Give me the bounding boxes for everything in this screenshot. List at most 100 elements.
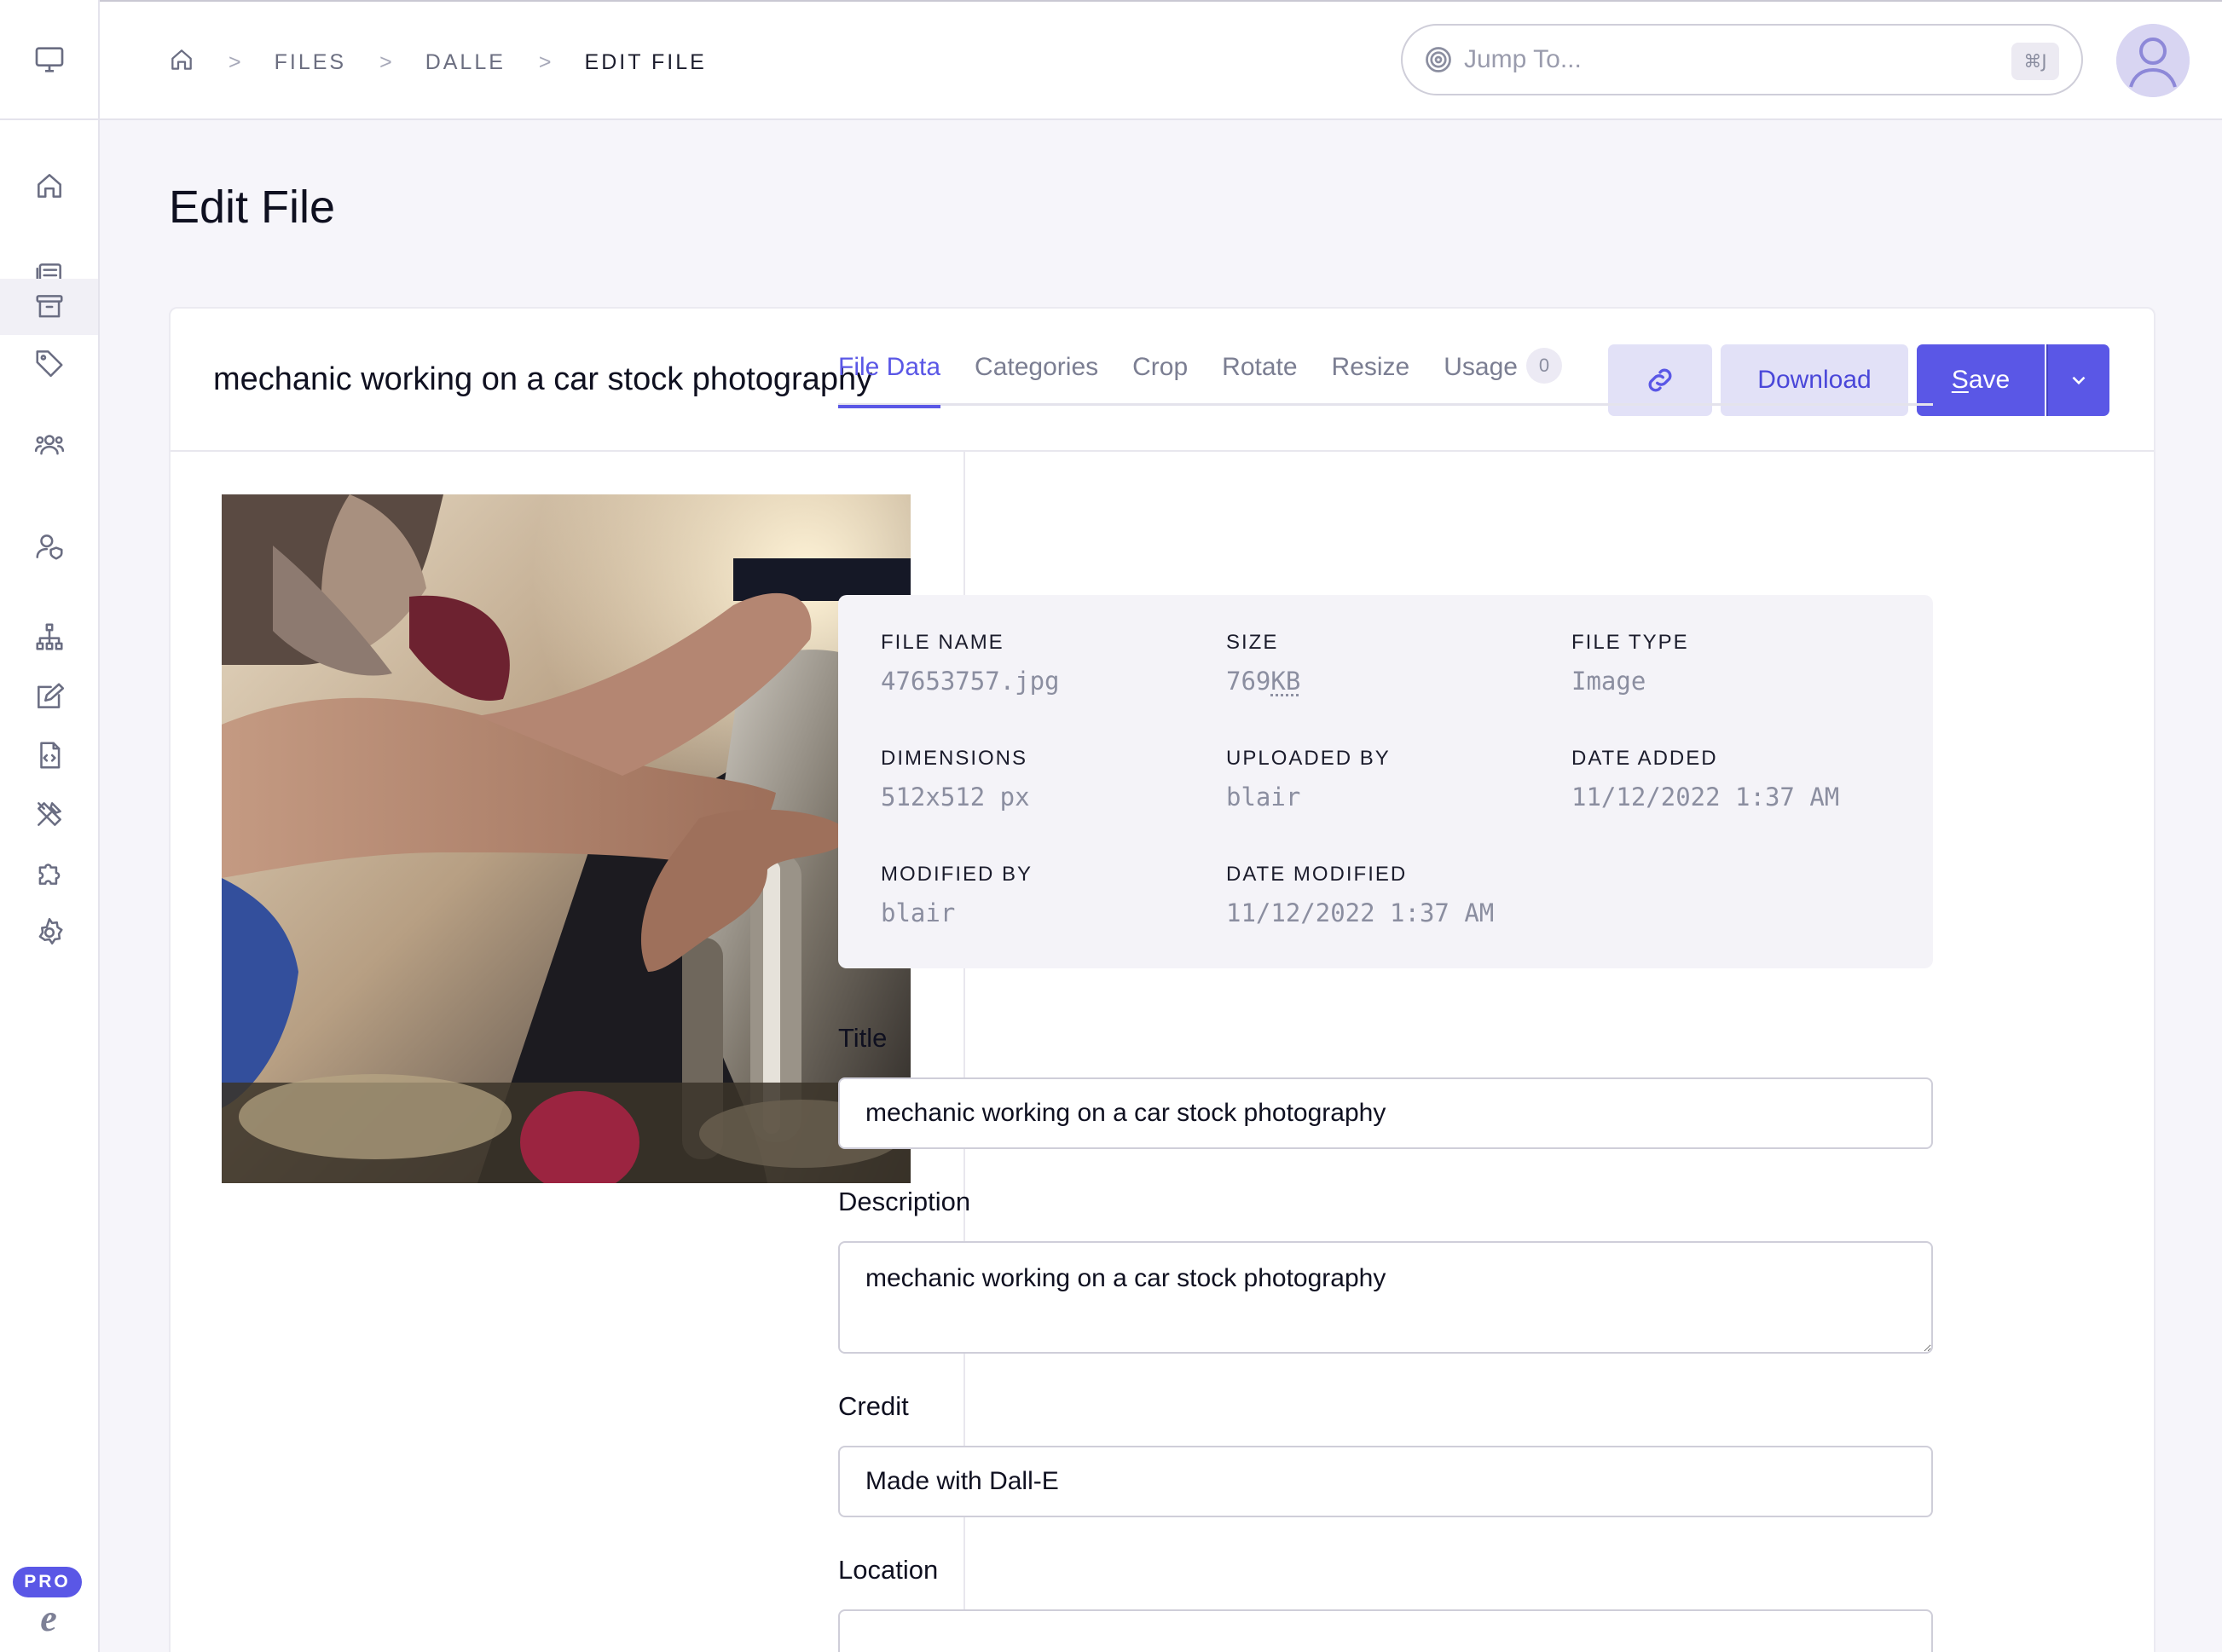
meta-value: 11/12/2022 1:37 AM — [1226, 898, 1567, 927]
breadcrumb-current: EDIT FILE — [585, 50, 707, 75]
credit-input[interactable] — [838, 1446, 1933, 1517]
breadcrumb: > FILES > DALLE > EDIT FILE — [168, 46, 707, 79]
files-icon — [33, 291, 66, 323]
breadcrumb-home-icon[interactable] — [168, 46, 195, 79]
meta-label: FILE NAME — [881, 631, 1222, 655]
window-edge — [100, 0, 2222, 2]
users-icon — [33, 428, 66, 460]
code-file-icon — [33, 739, 66, 771]
meta-file-name: FILE NAME 47653757.jpg — [881, 631, 1222, 696]
edit-file-card: mechanic working on a car stock photogra… — [169, 307, 2155, 1652]
mechanic-photo — [222, 494, 911, 1183]
sidebar-item-home[interactable] — [0, 158, 98, 214]
meta-value: 11/12/2022 1:37 AM — [1571, 783, 1912, 812]
tab-label: Rotate — [1222, 353, 1297, 382]
meta-date-added: DATE ADDED 11/12/2022 1:37 AM — [1571, 747, 1912, 812]
tab-label: Resize — [1332, 353, 1410, 382]
breadcrumb-separator: > — [539, 50, 552, 75]
save-button-accesskey: S — [1952, 366, 1969, 395]
meta-uploaded-by: UPLOADED BY blair — [1226, 747, 1567, 812]
size-unit: KB — [1270, 667, 1300, 696]
jump-to-search[interactable]: ⌘J — [1401, 24, 2083, 95]
user-avatar[interactable] — [2116, 24, 2190, 97]
pro-badge: PRO — [13, 1567, 82, 1597]
breadcrumb-separator: > — [379, 50, 392, 75]
jump-to-input[interactable] — [1464, 45, 1976, 74]
description-label: Description — [838, 1187, 970, 1217]
tab-label: Categories — [975, 353, 1098, 382]
file-metadata-panel: FILE NAME 47653757.jpg SIZE 769KB FILE T… — [838, 595, 1933, 968]
save-options-button[interactable] — [2046, 344, 2109, 416]
meta-label: SIZE — [1226, 631, 1567, 655]
breadcrumb-files[interactable]: FILES — [275, 50, 346, 75]
sidebar-item-publish[interactable] — [0, 668, 98, 725]
sitemap-icon — [33, 621, 66, 653]
meta-label: UPLOADED BY — [1226, 747, 1567, 771]
meta-dimensions: DIMENSIONS 512x512 px — [881, 747, 1222, 812]
sidebar-item-settings[interactable] — [0, 904, 98, 961]
title-label: Title — [838, 1023, 887, 1054]
tab-label: Crop — [1132, 353, 1188, 382]
chevron-down-icon — [2068, 369, 2090, 391]
user-avatar-icon — [2116, 24, 2190, 97]
sidebar: PRO e — [0, 0, 100, 1652]
page-title: Edit File — [169, 181, 335, 234]
meta-size: SIZE 769KB — [1226, 631, 1567, 696]
meta-modified-by: MODIFIED BY blair — [881, 863, 1222, 927]
description-textarea[interactable]: mechanic working on a car stock photogra… — [838, 1241, 1933, 1354]
save-button[interactable]: Save — [1917, 344, 2045, 416]
shortcut-hint: ⌘J — [2011, 43, 2059, 80]
meta-label: DATE MODIFIED — [1226, 863, 1567, 887]
user-shield-icon — [33, 530, 66, 563]
tab-usage[interactable]: Usage 0 — [1444, 353, 1562, 406]
credit-label: Credit — [838, 1391, 909, 1422]
meta-file-type: FILE TYPE Image — [1571, 631, 1912, 696]
home-icon — [33, 170, 66, 202]
sidebar-item-tools[interactable] — [0, 786, 98, 842]
tab-file-data[interactable]: File Data — [838, 353, 940, 406]
meta-label: MODIFIED BY — [881, 863, 1222, 887]
puzzle-icon — [33, 857, 66, 889]
top-bar: > FILES > DALLE > EDIT FILE ⌘J — [100, 0, 2222, 120]
location-input[interactable] — [838, 1609, 1933, 1652]
tag-icon — [33, 346, 66, 378]
size-number: 769 — [1226, 667, 1270, 696]
sidebar-item-members[interactable] — [0, 416, 98, 472]
target-icon — [1423, 44, 1454, 75]
meta-label: FILE TYPE — [1571, 631, 1912, 655]
meta-value: 769KB — [1226, 667, 1567, 696]
meta-value: 47653757.jpg — [881, 667, 1222, 696]
meta-value: blair — [1226, 783, 1567, 812]
meta-label: DATE ADDED — [1571, 747, 1912, 771]
location-label: Location — [838, 1555, 938, 1586]
breadcrumb-separator: > — [229, 50, 241, 75]
sidebar-item-addons[interactable] — [0, 845, 98, 901]
gear-icon — [33, 916, 66, 949]
image-preview — [222, 494, 911, 1183]
usage-count-badge: 0 — [1526, 348, 1562, 384]
tab-resize[interactable]: Resize — [1332, 353, 1410, 406]
meta-value: blair — [881, 898, 1222, 927]
tab-categories[interactable]: Categories — [975, 353, 1098, 406]
tools-icon — [33, 798, 66, 830]
meta-value: 512x512 px — [881, 783, 1222, 812]
sidebar-header — [0, 0, 98, 120]
file-tabs: File Data Categories Crop Rotate Resize … — [838, 353, 1933, 406]
meta-label: DIMENSIONS — [881, 747, 1222, 771]
monitor-icon[interactable] — [32, 43, 67, 77]
sidebar-item-templates[interactable] — [0, 727, 98, 783]
meta-date-modified: DATE MODIFIED 11/12/2022 1:37 AM — [1226, 863, 1567, 927]
tab-label: File Data — [838, 353, 940, 382]
file-heading: mechanic working on a car stock photogra… — [213, 361, 872, 398]
sidebar-item-member-roles[interactable] — [0, 518, 98, 575]
tab-label: Usage — [1444, 353, 1518, 382]
tab-rotate[interactable]: Rotate — [1222, 353, 1297, 406]
sidebar-item-files[interactable] — [0, 279, 98, 335]
breadcrumb-dalle[interactable]: DALLE — [425, 50, 506, 75]
expressionengine-logo[interactable]: e — [25, 1599, 72, 1637]
sidebar-item-structure[interactable] — [0, 609, 98, 665]
tab-crop[interactable]: Crop — [1132, 353, 1188, 406]
save-button-label: ave — [1969, 366, 2010, 395]
title-input[interactable] — [838, 1077, 1933, 1149]
sidebar-item-categories[interactable] — [0, 334, 98, 390]
